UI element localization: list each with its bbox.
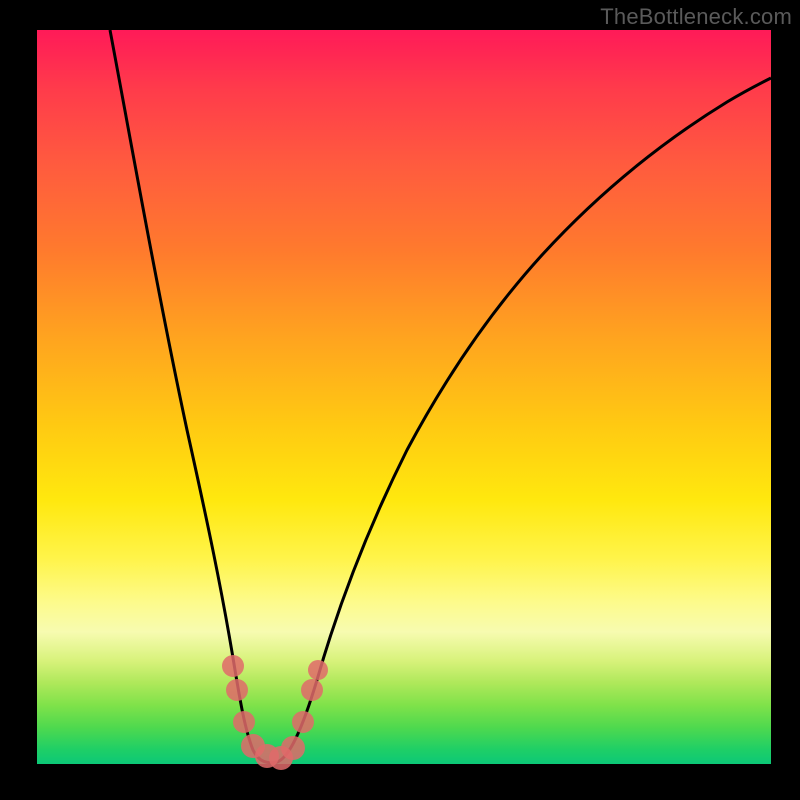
marker-cluster-right (281, 660, 328, 760)
watermark-text: TheBottleneck.com (600, 4, 792, 30)
curve-layer (37, 30, 771, 764)
plot-area (37, 30, 771, 764)
chart-frame: TheBottleneck.com (0, 0, 800, 800)
bottleneck-curve (110, 30, 771, 763)
